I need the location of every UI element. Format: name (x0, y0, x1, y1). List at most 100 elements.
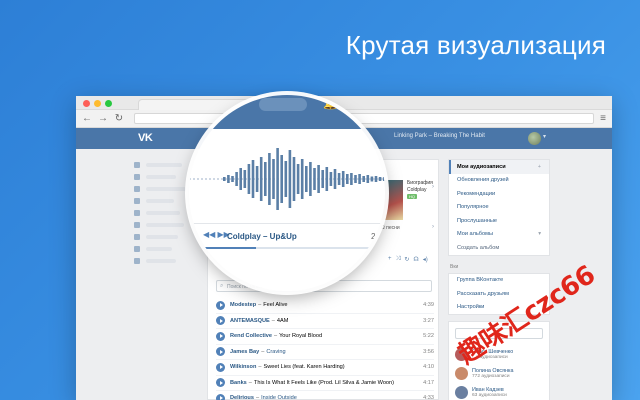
friend-item[interactable]: Иван Кадзев 63 аудиозаписи (449, 383, 549, 400)
track-row[interactable]: Banks – This Is What It Feels Like (Prod. … (216, 376, 434, 391)
track-artist[interactable]: Modestep (230, 302, 256, 308)
vk-logo[interactable]: VK (138, 132, 153, 144)
play-icon[interactable] (216, 331, 225, 341)
add-icon[interactable]: + (538, 164, 541, 170)
avatar[interactable] (455, 367, 468, 380)
waveform-bar (272, 159, 275, 199)
progress-fill[interactable] (201, 247, 257, 249)
sidebar-item[interactable]: Мои аудиозаписи + (449, 160, 549, 174)
track-artist[interactable]: James Bay (230, 349, 259, 355)
track-duration: 3:27 (423, 317, 434, 324)
now-playing-text[interactable]: Linking Park – Breaking The Habit (394, 133, 485, 139)
track-duration: 4:10 (423, 364, 434, 371)
nav-item[interactable] (134, 171, 194, 183)
waveform-bar (346, 174, 349, 184)
shuffle-icon[interactable]: ⤨ (396, 256, 401, 263)
volume-icon[interactable]: ◂) (423, 256, 428, 263)
browser-menu-icon[interactable]: ≡ (600, 113, 606, 124)
audio-menu: Мои аудиозаписи + Обновления друзей Рекомен… (448, 159, 550, 256)
track-row[interactable]: Wilkinson – Sweet Lies (feat. Karen Hardin… (216, 360, 434, 376)
minimize-window-button[interactable] (94, 100, 101, 107)
divider (189, 223, 385, 224)
nav-item[interactable] (134, 195, 194, 207)
track-row[interactable]: ANTEMASQUE –4AM 3:27 (216, 314, 434, 329)
waveform-bar (247, 164, 251, 194)
video-icon (134, 246, 140, 252)
chevron-down-icon[interactable]: ▾ (538, 231, 541, 237)
magnified-search-pill (259, 98, 307, 111)
track-separator: – (261, 348, 265, 355)
headphones-icon[interactable]: ☊ (413, 256, 418, 263)
reload-icon[interactable]: ↻ (114, 113, 124, 124)
waveform-bar (280, 155, 283, 203)
sidebar-item[interactable]: Рекомендации (449, 187, 549, 201)
track-artist[interactable]: Rend Collective (230, 333, 272, 339)
track-title: 4AM (276, 317, 289, 324)
avatar[interactable] (455, 386, 468, 399)
waveform-bar (366, 175, 370, 183)
waveform-bar (243, 170, 247, 188)
artist-info-title: Биография (407, 180, 433, 186)
play-icon[interactable] (216, 393, 225, 400)
waveform-bar (276, 148, 279, 210)
close-window-button[interactable] (83, 100, 90, 107)
track-row[interactable]: James Bay – Craving 3:56 (216, 345, 434, 360)
nav-item[interactable] (134, 207, 194, 219)
news-icon (134, 174, 140, 180)
track-row[interactable]: Delirious – Inside Outside 4:33 (216, 391, 434, 400)
avatar[interactable] (528, 132, 541, 145)
track-duration: 4:17 (423, 379, 434, 386)
maximize-window-button[interactable] (105, 100, 112, 107)
current-track-label[interactable]: Coldplay – Up&Up (227, 232, 297, 241)
nav-item[interactable] (134, 219, 194, 231)
play-icon[interactable] (216, 347, 225, 357)
nav-item[interactable] (134, 243, 194, 255)
repeat-icon[interactable]: ↻ (404, 256, 409, 263)
track-title: Feel Alive (263, 302, 288, 309)
magnifier-lens: 🔔 ◀◀ ▶▶ Coldplay – Up&Up 2: (189, 95, 385, 291)
track-artist[interactable]: Wilkinson (230, 364, 256, 370)
track-separator: – (258, 302, 262, 309)
audio-waveform (189, 148, 385, 210)
waveform-bar (313, 168, 316, 190)
sidebar-item[interactable]: Мои альбомы ▾ (449, 228, 549, 242)
nav-item[interactable] (134, 159, 194, 171)
play-icon[interactable] (216, 362, 225, 372)
create-album-button[interactable]: Создать альбом (449, 241, 549, 255)
artist-info-name[interactable]: Coldplay (407, 187, 433, 194)
waveform-bar (362, 176, 365, 182)
play-icon[interactable] (216, 300, 225, 310)
track-row[interactable]: Modestep – Feel Alive 4:39 (216, 298, 434, 314)
waveform-bar (268, 153, 271, 205)
forward-arrow-icon[interactable]: → (98, 113, 108, 124)
chevron-right-icon[interactable]: › (432, 224, 434, 230)
track-row[interactable]: Rend Collective – Your Royal Blood 5:22 (216, 329, 434, 345)
prev-next-controls[interactable]: ◀◀ ▶▶ (203, 230, 230, 239)
nav-item[interactable] (134, 183, 194, 195)
sidebar-item[interactable]: Популярное (449, 201, 549, 215)
waveform-bar (235, 172, 238, 186)
artist-info: Биография Coldplay HQ (407, 180, 433, 200)
back-arrow-icon[interactable]: ← (82, 113, 92, 124)
add-icon[interactable]: + (388, 256, 392, 263)
chevron-down-icon[interactable]: ▾ (543, 133, 546, 140)
track-artist[interactable]: Delirious (230, 395, 254, 400)
nav-item[interactable] (134, 255, 194, 267)
waveform-bar (223, 177, 226, 181)
track-artist[interactable]: Banks (230, 380, 247, 386)
friend-item[interactable]: Полина Овсянка 772 аудиозаписи (449, 364, 549, 383)
track-artist[interactable]: ANTEMASQUE (230, 318, 270, 324)
play-icon[interactable] (216, 378, 225, 388)
nav-item[interactable] (134, 231, 194, 243)
play-icon[interactable] (216, 316, 225, 326)
waveform-bar (255, 166, 259, 192)
games-icon (134, 258, 140, 264)
sidebar-item[interactable]: Прослушанные (449, 214, 549, 228)
chevron-right-icon[interactable]: › (432, 184, 434, 190)
messages-icon (134, 186, 140, 192)
track-list: Modestep – Feel Alive 4:39 ANTEMASQUE – 4AM 3:2… (216, 298, 434, 400)
waveform-bar (329, 172, 333, 186)
sidebar-item[interactable]: Обновления друзей (449, 174, 549, 188)
bell-icon: 🔔 (323, 96, 338, 110)
sidebar-item-label: Рекомендации (457, 190, 496, 197)
